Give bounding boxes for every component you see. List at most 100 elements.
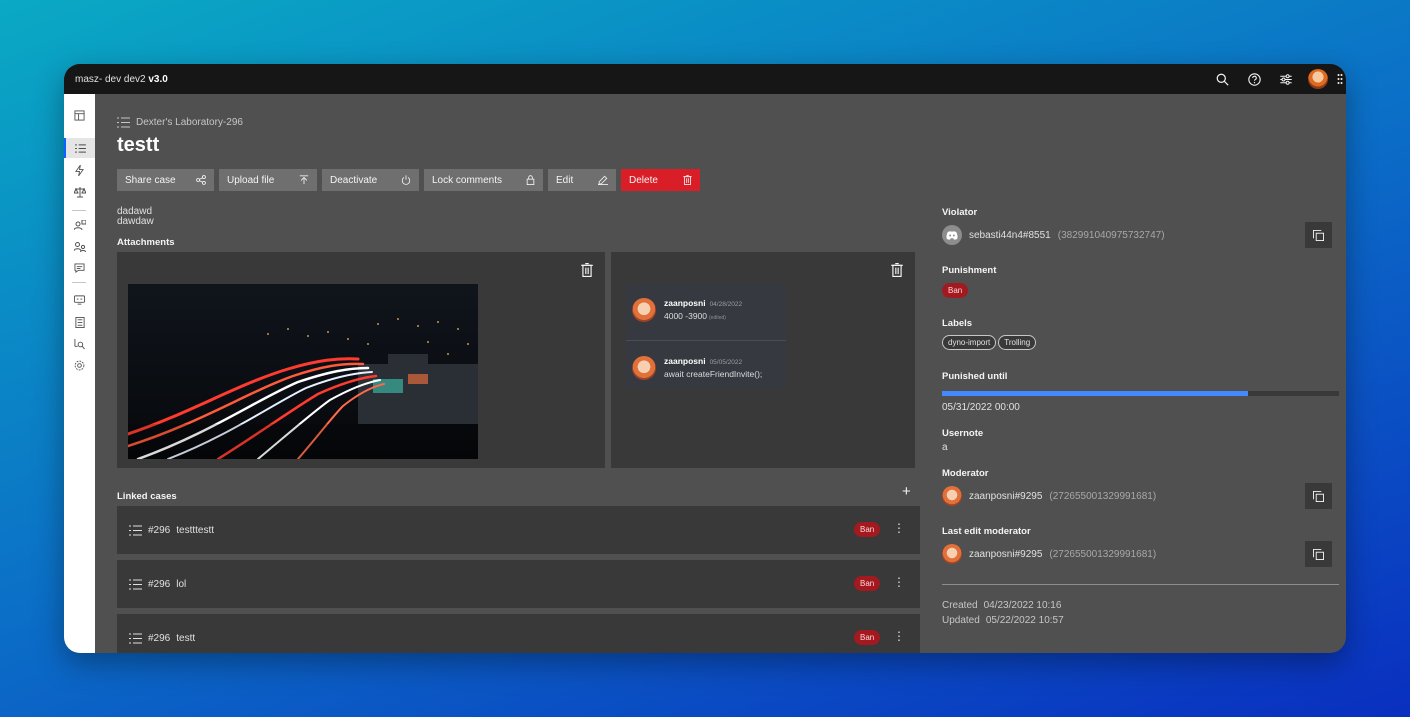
created-timestamp: Created 04/23/2022 10:16 bbox=[942, 600, 1061, 611]
page-title: testt bbox=[117, 134, 160, 156]
audit-log-icon[interactable] bbox=[64, 312, 95, 332]
scales-icon[interactable] bbox=[64, 182, 95, 202]
delete-attachment-button[interactable] bbox=[891, 263, 903, 282]
attachment-image[interactable] bbox=[128, 284, 478, 459]
status-badge: Ban bbox=[854, 522, 881, 537]
avatar bbox=[632, 298, 656, 322]
deactivate-button[interactable]: Deactivate bbox=[322, 169, 419, 191]
moderator-id: (272655001329991681) bbox=[1049, 490, 1157, 502]
add-linked-case-icon[interactable]: + bbox=[902, 483, 911, 500]
punishment-badge: Ban bbox=[942, 283, 969, 298]
description-line: dawdaw bbox=[117, 216, 154, 227]
app-switcher-icon[interactable] bbox=[1334, 64, 1346, 94]
linked-case-row[interactable]: #296 testt Ban ⋮ bbox=[117, 614, 920, 653]
label-tag[interactable]: dyno-import bbox=[942, 335, 997, 350]
violator-id: (382991040975732747) bbox=[1057, 229, 1165, 241]
comments-icon[interactable] bbox=[64, 258, 95, 278]
share-case-button[interactable]: Share case bbox=[117, 169, 214, 191]
status-badge: Ban bbox=[854, 630, 881, 645]
attachment-card bbox=[117, 252, 605, 468]
lock-comments-button[interactable]: Lock comments bbox=[424, 169, 543, 191]
attachments-heading: Attachments bbox=[117, 237, 175, 248]
punishment-label: Punishment bbox=[942, 265, 997, 276]
app-window: masz- dev dev2 v3.0 Dexter's Laboratory-… bbox=[64, 64, 1346, 653]
deactivate-label: Deactivate bbox=[330, 174, 378, 186]
share-icon bbox=[196, 175, 206, 185]
message-author: zaanposni bbox=[664, 356, 706, 366]
punished-until-label: Punished until bbox=[942, 371, 1008, 382]
linked-case-row[interactable]: #296 testttestt Ban ⋮ bbox=[117, 506, 920, 554]
overflow-menu-icon[interactable]: ⋮ bbox=[893, 575, 905, 589]
progress-fill bbox=[942, 391, 1248, 396]
list-icon bbox=[129, 633, 142, 644]
user-mapping-icon[interactable] bbox=[64, 236, 95, 256]
search-icon[interactable] bbox=[1206, 64, 1238, 94]
attachment-image[interactable]: zaanposni 04/28/2022 4000 -3900 (edited) z… bbox=[626, 284, 786, 388]
settings-sliders-icon[interactable] bbox=[1270, 64, 1302, 94]
app-brand[interactable]: masz- dev dev2 v3.0 bbox=[75, 74, 168, 85]
list-icon bbox=[117, 117, 130, 128]
action-bar: Share case Upload file Deactivate Lock c… bbox=[117, 169, 700, 191]
copy-icon bbox=[1313, 548, 1324, 560]
created-label: Created bbox=[942, 600, 978, 611]
divider bbox=[942, 584, 1339, 585]
copy-last-edit-moderator-id-button[interactable] bbox=[1305, 541, 1332, 567]
case-title: testt bbox=[176, 632, 196, 644]
automod-icon[interactable] bbox=[64, 160, 95, 180]
labels-row: dyno-import Trolling bbox=[942, 335, 1037, 350]
case-details-panel: Violator sebasti44n4#8551 (3829910409757… bbox=[942, 94, 1339, 653]
message-edited: (edited) bbox=[709, 315, 726, 321]
trash-icon bbox=[581, 263, 593, 277]
updated-value: 05/22/2022 10:57 bbox=[985, 615, 1064, 626]
case-description: dadawd dawdaw bbox=[117, 207, 154, 227]
punishment-row: Ban bbox=[942, 283, 969, 298]
updated-timestamp: Updated 05/22/2022 10:57 bbox=[942, 615, 1064, 626]
upload-file-button[interactable]: Upload file bbox=[219, 169, 317, 191]
delete-attachment-button[interactable] bbox=[581, 263, 593, 282]
help-icon[interactable] bbox=[1238, 64, 1270, 94]
usernote-value: a bbox=[942, 442, 948, 453]
message-author: zaanposni bbox=[664, 298, 706, 308]
upload-file-label: Upload file bbox=[227, 174, 275, 186]
usernote-label: Usernote bbox=[942, 428, 984, 439]
updated-label: Updated bbox=[942, 615, 980, 626]
delete-label: Delete bbox=[629, 174, 658, 186]
case-title: lol bbox=[176, 578, 187, 590]
chat-message: zaanposni 05/05/2022 await createFriendIn… bbox=[632, 356, 762, 380]
violator-row: sebasti44n4#8551 (382991040975732747) bbox=[942, 225, 1165, 245]
overflow-menu-icon[interactable]: ⋮ bbox=[893, 629, 905, 643]
pencil-icon bbox=[598, 175, 608, 185]
case-title: testttestt bbox=[176, 524, 215, 536]
avatar bbox=[632, 356, 656, 380]
settings-icon[interactable] bbox=[64, 355, 95, 375]
power-icon bbox=[401, 175, 411, 185]
breadcrumb[interactable]: Dexter's Laboratory-296 bbox=[117, 117, 243, 128]
delete-button[interactable]: Delete bbox=[621, 169, 700, 191]
user-notes-icon[interactable] bbox=[64, 215, 95, 235]
label-tag[interactable]: Trolling bbox=[998, 335, 1037, 350]
moderator-row: zaanposni#9295 (272655001329991681) bbox=[942, 486, 1156, 506]
cases-list-icon[interactable] bbox=[64, 138, 95, 158]
last-edit-moderator-label: Last edit moderator bbox=[942, 526, 1031, 537]
copy-violator-id-button[interactable] bbox=[1305, 222, 1332, 248]
user-avatar-button[interactable] bbox=[1302, 64, 1334, 94]
copy-moderator-id-button[interactable] bbox=[1305, 483, 1332, 509]
overflow-menu-icon[interactable]: ⋮ bbox=[893, 521, 905, 535]
message-date: 05/05/2022 bbox=[709, 359, 743, 366]
list-icon bbox=[129, 525, 142, 536]
punished-until-value: 05/31/2022 00:00 bbox=[942, 402, 1020, 413]
avatar bbox=[1308, 69, 1328, 89]
linked-case-row[interactable]: #296 lol Ban ⋮ bbox=[117, 560, 920, 608]
violator-label: Violator bbox=[942, 207, 978, 218]
copy-icon bbox=[1313, 490, 1324, 502]
motd-icon[interactable] bbox=[64, 290, 95, 310]
edit-label: Edit bbox=[556, 174, 574, 186]
status-badge: Ban bbox=[854, 576, 881, 591]
case-number: #296 bbox=[148, 578, 171, 590]
breadcrumb-label: Dexter's Laboratory-296 bbox=[136, 117, 243, 128]
search-user-icon[interactable] bbox=[64, 334, 95, 354]
last-edit-moderator-row: zaanposni#9295 (272655001329991681) bbox=[942, 544, 1156, 564]
edit-button[interactable]: Edit bbox=[548, 169, 616, 191]
discord-icon bbox=[942, 225, 962, 245]
dashboard-icon[interactable] bbox=[64, 105, 95, 125]
